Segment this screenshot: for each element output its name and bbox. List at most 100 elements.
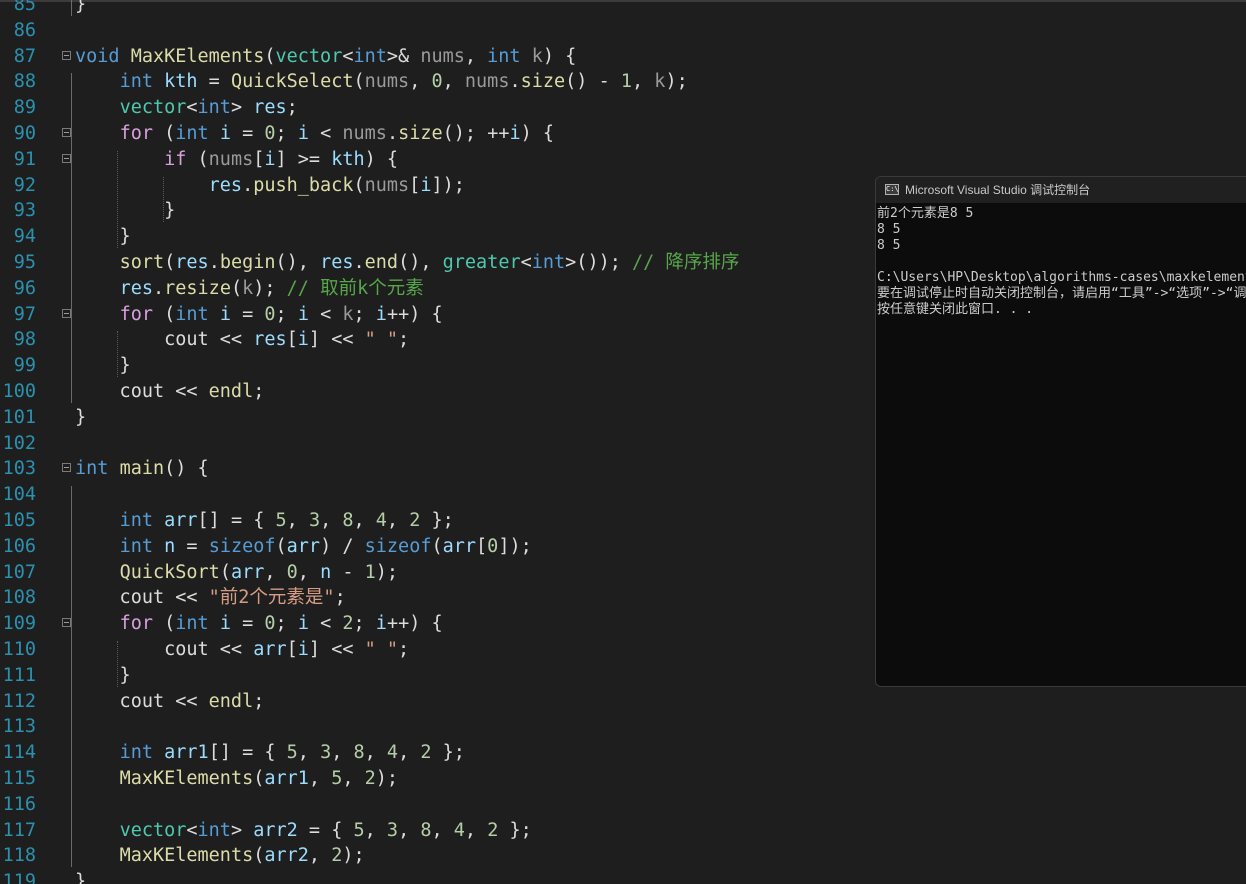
code-token: ; bbox=[275, 123, 298, 144]
code-line[interactable]: 86 bbox=[0, 18, 1246, 44]
code-line[interactable]: 119} bbox=[0, 869, 1246, 884]
code-token: }; bbox=[431, 742, 465, 764]
code-token: vector bbox=[275, 45, 343, 67]
code-token: () { bbox=[164, 458, 209, 480]
code-token: arr1 bbox=[164, 742, 209, 764]
code-token: 0 bbox=[487, 535, 499, 557]
code-line[interactable]: 112 cout << endl; bbox=[0, 689, 1246, 715]
code-token: int bbox=[487, 45, 521, 67]
code-text: } bbox=[75, 405, 86, 431]
code-line[interactable]: 114 int arr1[] = { 5, 3, 8, 4, 2 }; bbox=[0, 740, 1246, 766]
line-number: 103 bbox=[2, 458, 36, 480]
code-token: ( bbox=[230, 277, 243, 299]
collapse-box-icon[interactable] bbox=[62, 618, 71, 628]
code-text: res.resize(k); // 取前k个元素 bbox=[75, 276, 424, 302]
code-token: ] << bbox=[308, 329, 365, 351]
code-token: = bbox=[230, 123, 265, 144]
code-token: ( bbox=[431, 535, 443, 557]
code-token: } bbox=[75, 664, 131, 686]
code-token: [ bbox=[476, 535, 488, 557]
line-number: 108 bbox=[2, 587, 36, 609]
code-line[interactable]: 113 bbox=[0, 714, 1246, 740]
console-line: 8 5 bbox=[877, 238, 901, 253]
code-token: int bbox=[175, 613, 209, 635]
code-token: 5 bbox=[275, 510, 287, 531]
code-token: < bbox=[186, 97, 198, 119]
code-token: res bbox=[320, 252, 354, 273]
code-token: cout << bbox=[75, 381, 209, 402]
line-number: 101 bbox=[2, 406, 36, 428]
code-line[interactable]: 116 bbox=[0, 792, 1246, 818]
line-number: 100 bbox=[2, 381, 36, 402]
line-number: 93 bbox=[13, 200, 36, 222]
code-token: , bbox=[409, 71, 432, 93]
code-token: . bbox=[353, 252, 365, 273]
collapse-box-icon[interactable] bbox=[62, 153, 71, 163]
code-token: [ bbox=[286, 639, 298, 660]
code-token: 3 bbox=[320, 742, 332, 764]
console-line: C:\Users\HP\Desktop\algorithms-cases\max… bbox=[877, 270, 1246, 285]
code-line[interactable]: 87 void MaxKElements(vector<int>& nums, i… bbox=[0, 44, 1246, 70]
code-token: ); bbox=[253, 277, 287, 299]
code-token: . bbox=[509, 71, 521, 93]
code-token: nums bbox=[464, 71, 510, 93]
code-line[interactable]: 91 if (nums[i] >= kth) { bbox=[0, 147, 1246, 173]
code-token: n bbox=[164, 535, 176, 557]
line-number: 115 bbox=[2, 768, 36, 789]
code-token: < bbox=[342, 45, 354, 67]
line-number: 85 bbox=[13, 0, 36, 15]
code-token: 8 bbox=[342, 510, 354, 531]
collapse-box-icon[interactable] bbox=[62, 308, 71, 318]
code-token: [ bbox=[286, 329, 298, 351]
code-line[interactable]: 117 vector<int> arr2 = { 5, 3, 8, 4, 2 }… bbox=[0, 818, 1246, 844]
code-token: . bbox=[386, 123, 399, 144]
collapse-box-icon[interactable] bbox=[62, 463, 71, 473]
code-token: if bbox=[164, 148, 187, 170]
code-token: 4 bbox=[375, 510, 387, 531]
code-token: push_back bbox=[253, 174, 354, 196]
console-titlebar[interactable]: C:\ Microsoft Visual Studio 调试控制台 bbox=[876, 177, 1246, 203]
code-line[interactable]: 88 int kth = QuickSelect(nums, 0, nums.s… bbox=[0, 69, 1246, 95]
code-token: 3 bbox=[386, 819, 399, 841]
code-text: cout << "前2个元素是"; bbox=[75, 585, 346, 611]
collapse-box-icon[interactable] bbox=[62, 128, 71, 137]
code-token: 1 bbox=[620, 71, 633, 93]
code-token: , bbox=[308, 845, 332, 867]
code-token: arr bbox=[286, 535, 321, 557]
code-token: int bbox=[175, 303, 209, 325]
code-token: size bbox=[398, 123, 443, 144]
code-line[interactable]: 118 MaxKElements(arr2, 2); bbox=[0, 843, 1246, 869]
code-line[interactable]: 85} bbox=[0, 0, 1246, 18]
code-line[interactable]: 115 MaxKElements(arr1, 5, 2); bbox=[0, 766, 1246, 792]
code-token: sizeof bbox=[364, 535, 432, 557]
code-text: cout << res[i] << " "; bbox=[75, 327, 409, 353]
collapse-box-icon[interactable] bbox=[62, 50, 71, 60]
console-line: 按任意键关闭此窗口. . . bbox=[877, 302, 1034, 317]
line-number: 111 bbox=[2, 664, 36, 686]
code-token: 0 bbox=[431, 71, 443, 93]
code-token: = bbox=[175, 535, 209, 557]
code-token: 4 bbox=[386, 742, 399, 764]
code-token: " " bbox=[364, 329, 399, 351]
code-token: MaxKElements bbox=[130, 45, 265, 67]
code-token: ; bbox=[253, 381, 265, 402]
debug-console-window[interactable]: C:\ Microsoft Visual Studio 调试控制台 前2个元素是… bbox=[875, 176, 1246, 687]
code-line[interactable]: 90 for (int i = 0; i < nums.size(); ++i)… bbox=[0, 121, 1246, 147]
code-token: 8 bbox=[420, 819, 432, 841]
code-token: ]); bbox=[498, 535, 532, 557]
code-text: vector<int> arr2 = { 5, 3, 8, 4, 2 }; bbox=[75, 818, 532, 844]
code-token: ( bbox=[152, 123, 176, 144]
code-token: [ bbox=[253, 148, 265, 170]
code-token: res bbox=[175, 252, 209, 273]
line-number: 87 bbox=[13, 45, 36, 67]
code-line[interactable]: 89 vector<int> res; bbox=[0, 95, 1246, 121]
line-number: 117 bbox=[2, 819, 36, 841]
line-number: 95 bbox=[13, 252, 36, 273]
code-token: k bbox=[242, 277, 254, 299]
